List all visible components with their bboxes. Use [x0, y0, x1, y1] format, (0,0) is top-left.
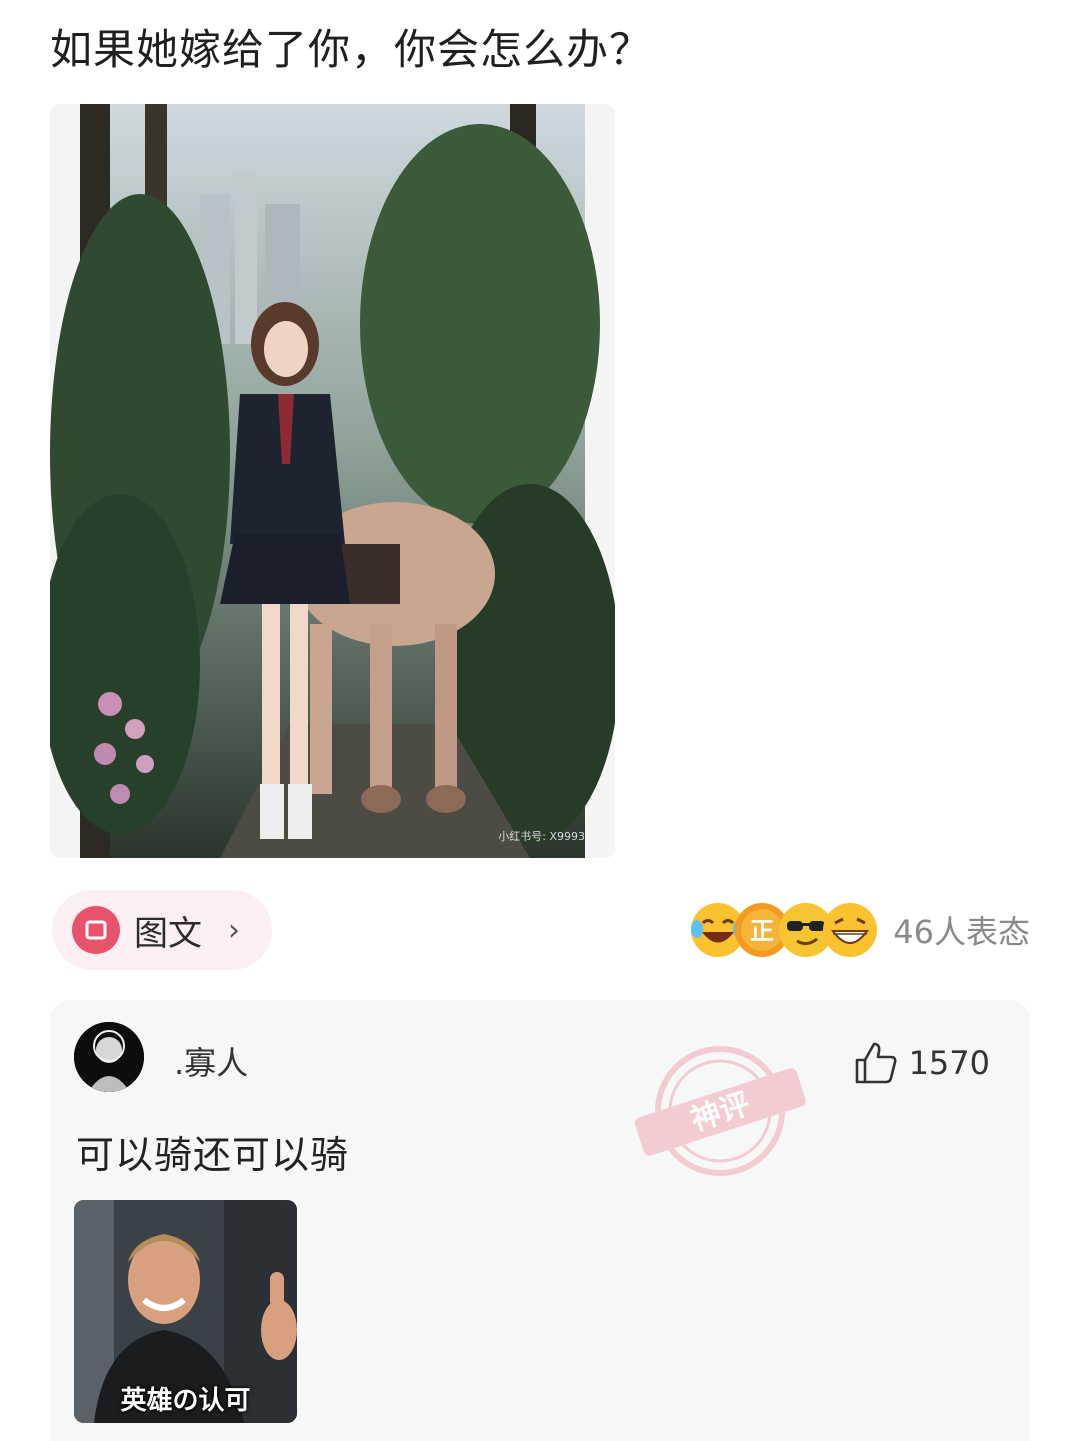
rounded-square-icon [72, 906, 120, 954]
meme-caption: 英雄の认可 [120, 1386, 251, 1416]
chevron-right-icon: › [228, 912, 240, 948]
reactions-summary[interactable]: 正 46人表态 [689, 900, 1030, 960]
post-title: 如果她嫁给了你，你会怎么办？ [50, 25, 653, 74]
avatar[interactable] [74, 1022, 144, 1092]
image-watermark: 小红书号: X9993 [498, 830, 585, 843]
reaction-count: 46人表态 [893, 913, 1030, 951]
category-tag-button[interactable]: 图文 › [52, 890, 272, 970]
comment-username[interactable]: .寡人 [174, 1038, 248, 1084]
stamp-text: 神评 [687, 1087, 755, 1139]
comment-text: 可以骑还可以骑 [76, 1133, 350, 1177]
category-label: 图文 [134, 913, 202, 954]
grinning-emoji [823, 903, 878, 957]
reaction-emoji-stack: 正 [689, 901, 879, 959]
hot-comment-stamp: 神评 [634, 1046, 806, 1176]
hot-comment-card[interactable]: .寡人 神评 1570 可以骑还可以骑 英雄の认可 [50, 1000, 1030, 1441]
like-button[interactable]: 1570 [853, 1040, 990, 1086]
comment-meme-image[interactable]: 英雄の认可 [74, 1200, 297, 1423]
post-image[interactable]: 小红书号: X9993 [50, 104, 615, 858]
like-count: 1570 [908, 1044, 990, 1082]
svg-text:正: 正 [750, 917, 774, 945]
centaur-illustration [50, 104, 615, 858]
thumbs-up-icon [855, 1042, 897, 1084]
